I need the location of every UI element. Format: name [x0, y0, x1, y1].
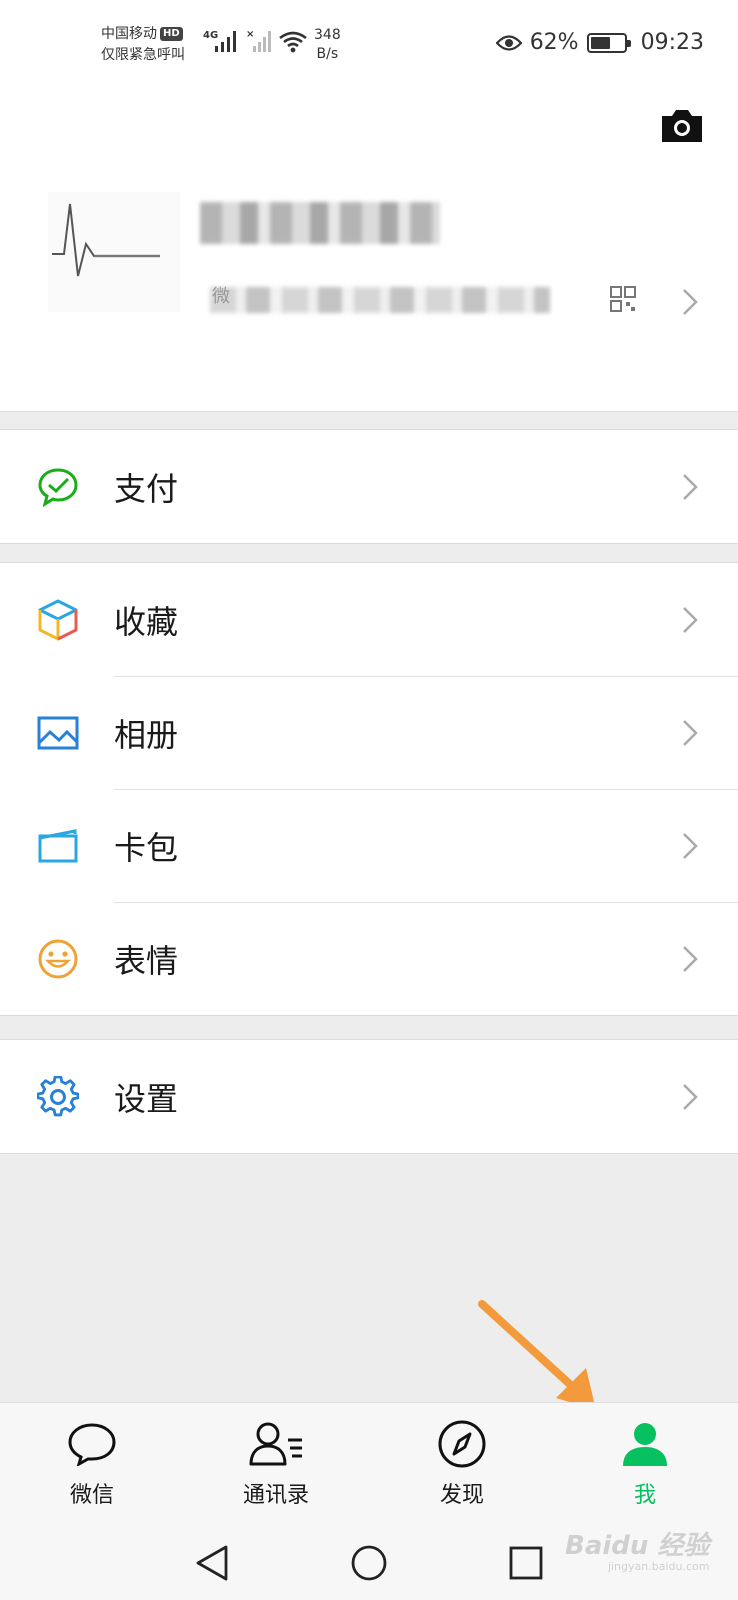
tab-chats[interactable]: 微信	[32, 1419, 152, 1509]
chevron-right-icon	[683, 719, 698, 746]
menu-item-favorites[interactable]: 收藏	[0, 563, 738, 676]
home-icon[interactable]	[350, 1544, 388, 1582]
chat-bubble-icon	[68, 1423, 116, 1466]
battery-percent: 62%	[529, 30, 579, 55]
menu-label-pay: 支付	[114, 469, 179, 508]
chevron-right-icon	[683, 473, 698, 500]
tab-label-contacts: 通讯录	[242, 1483, 309, 1508]
camera-icon[interactable]	[660, 108, 704, 144]
album-icon	[37, 712, 79, 754]
watermark-url: jingyan.baidu.com	[607, 1560, 710, 1573]
chevron-right-icon	[683, 945, 698, 972]
tab-label-discover: 发现	[439, 1483, 484, 1508]
tab-label-chats: 微信	[69, 1483, 114, 1508]
avatar[interactable]	[48, 192, 180, 312]
chevron-right-icon	[683, 1083, 698, 1110]
menu-label-favorites: 收藏	[114, 602, 179, 641]
chevron-right-icon	[683, 606, 698, 633]
watermark: Baidu 经验 jingyan.baidu.com	[565, 1525, 709, 1573]
menu-label-cards: 卡包	[114, 828, 179, 867]
speed-unit: B/s	[316, 46, 339, 62]
compass-icon	[438, 1420, 486, 1468]
recents-icon[interactable]	[508, 1544, 544, 1582]
qr-code-icon[interactable]	[610, 286, 636, 312]
group-settings: 设置	[0, 1039, 738, 1154]
menu-item-stickers[interactable]: 表情	[0, 902, 738, 1015]
favorites-cube-icon	[37, 599, 79, 641]
menu-label-album: 相册	[114, 715, 179, 754]
status-bar: 中国移动 HD 仅限紧急呼叫 4G × 348 B/s 62% 09:23	[0, 0, 738, 92]
contacts-icon	[249, 1422, 302, 1466]
battery-icon	[586, 32, 631, 53]
chevron-right-icon	[683, 289, 698, 315]
nickname-blurred	[200, 202, 440, 244]
speed-value: 348	[314, 27, 341, 43]
carrier-name: 中国移动	[101, 26, 157, 42]
menu-item-settings[interactable]: 设置	[0, 1040, 738, 1153]
chevron-right-icon	[683, 832, 698, 859]
watermark-brand: Baidu 经验	[565, 1531, 710, 1561]
back-icon[interactable]	[194, 1544, 230, 1582]
tab-me[interactable]: 我	[585, 1419, 705, 1509]
group-main: 收藏 相册 卡包 表情	[0, 562, 738, 1016]
profile-header[interactable]: 微	[0, 92, 738, 412]
network-speed: 348 B/s	[314, 26, 341, 64]
tab-discover[interactable]: 发现	[402, 1419, 522, 1509]
clock: 09:23	[640, 30, 704, 55]
bottom-tab-bar: 微信 通讯录 发现 我	[0, 1402, 738, 1524]
wechat-id-blurred	[210, 287, 550, 313]
carrier-emergency: 仅限紧急呼叫	[101, 47, 185, 63]
gear-icon	[37, 1075, 79, 1118]
group-pay: 支付	[0, 429, 738, 544]
eye-comfort-icon	[495, 34, 522, 51]
status-right: 62% 09:23	[495, 30, 704, 55]
menu-label-stickers: 表情	[114, 941, 179, 980]
svg-text:×: ×	[246, 29, 254, 40]
carrier-info: 中国移动 HD 仅限紧急呼叫	[101, 24, 185, 66]
card-wallet-icon	[37, 825, 79, 867]
wechat-id-prefix: 微	[212, 286, 230, 307]
cell-signal-2-icon: ×	[246, 29, 271, 52]
cell-signal-icon	[215, 31, 236, 52]
menu-item-album[interactable]: 相册	[0, 676, 738, 789]
menu-label-settings: 设置	[114, 1079, 179, 1118]
tab-label-me: 我	[633, 1483, 656, 1508]
hd-badge: HD	[160, 27, 183, 41]
pay-icon	[37, 466, 79, 508]
menu-item-pay[interactable]: 支付	[0, 430, 738, 543]
tab-contacts[interactable]: 通讯录	[216, 1419, 336, 1509]
menu-item-cards[interactable]: 卡包	[0, 789, 738, 902]
person-icon	[623, 1423, 667, 1466]
smiley-icon	[37, 938, 79, 980]
wifi-icon	[279, 31, 307, 53]
